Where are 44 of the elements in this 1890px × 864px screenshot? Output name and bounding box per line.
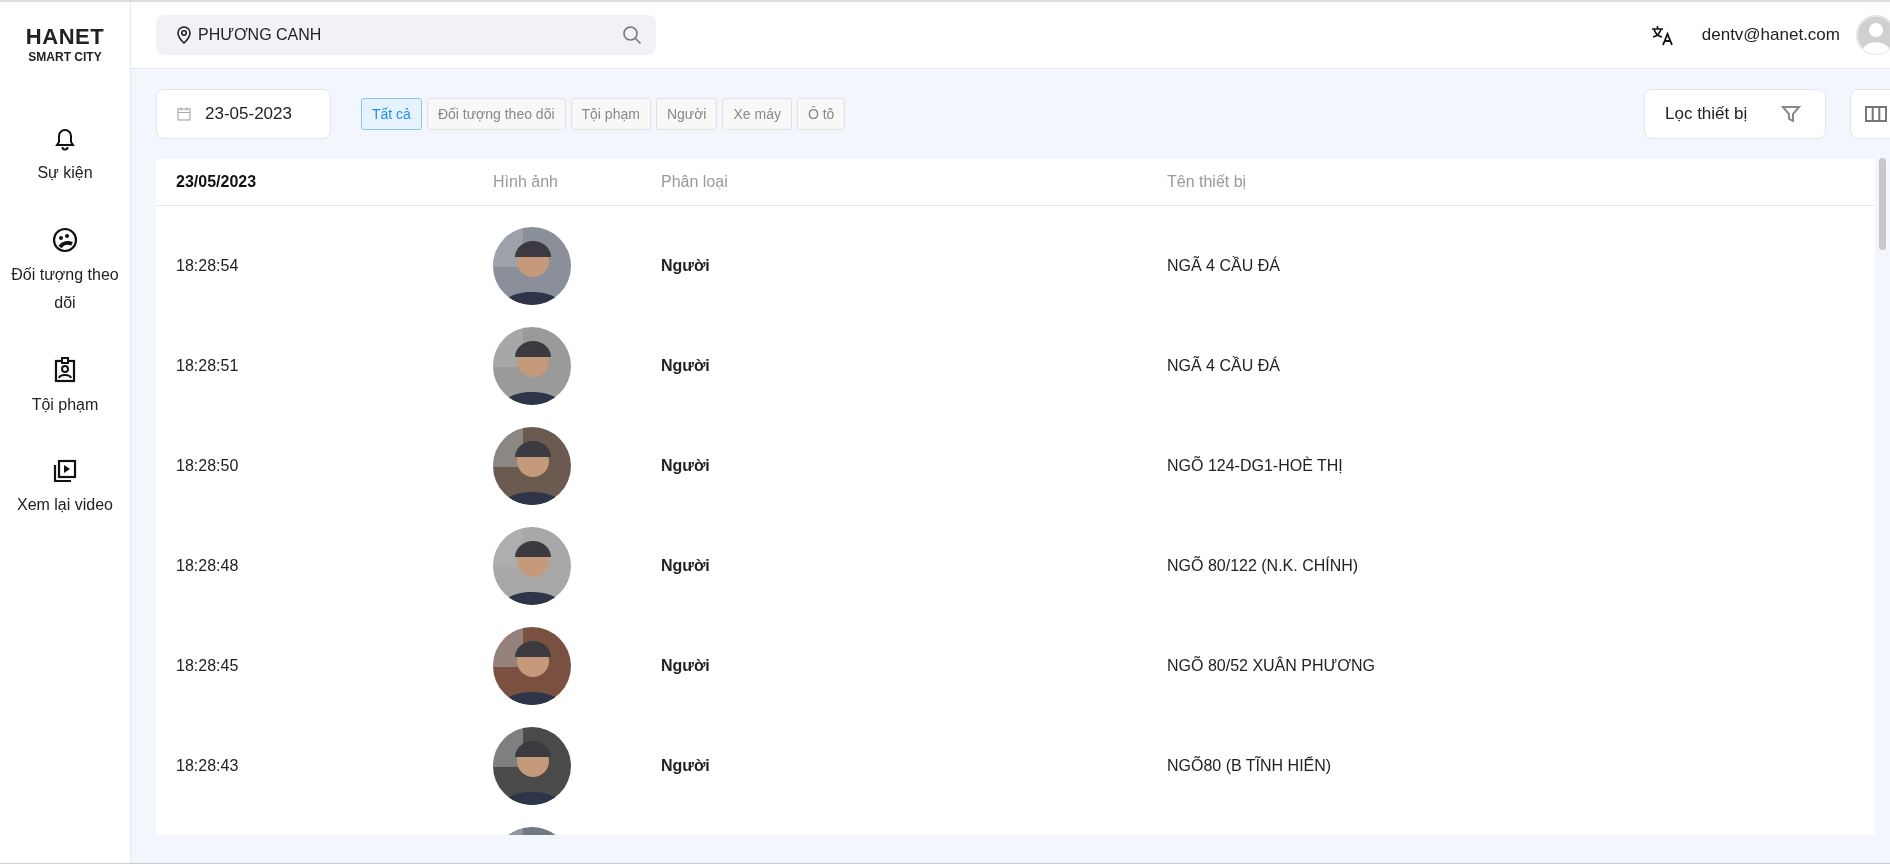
type-cell-text: Người xyxy=(661,657,711,675)
type-cell-text: Người xyxy=(661,757,711,775)
filter-tag[interactable]: Người xyxy=(655,98,718,130)
location-pin-icon xyxy=(176,26,192,44)
device-cell: NGÕ80 (B TĨNH HIỂN) xyxy=(1167,757,1332,775)
device-filter-button[interactable]: Lọc thiết bị xyxy=(1644,89,1826,139)
scrollbar[interactable] xyxy=(1879,158,1886,250)
column-header: Phân loại xyxy=(661,173,729,191)
sidebar-item[interactable]: Đối tượng theo dõi xyxy=(5,227,125,317)
user-email: dentv@hanet.com xyxy=(1701,25,1840,45)
time-cell-text: 18:28:43 xyxy=(175,757,240,775)
time-cell-text: 18:28:51 xyxy=(175,357,240,375)
column-header: Hình ảnh xyxy=(493,173,559,191)
device-cell: NGÃ 4 CẦU ĐÁ xyxy=(1167,357,1280,375)
id-badge-icon xyxy=(54,357,76,383)
time-cell-text: 18:28:50 xyxy=(175,457,240,475)
video-library-icon xyxy=(53,459,77,483)
calendar-icon xyxy=(177,107,191,121)
device-cell: NGÕ 80/52 XUÂN PHƯƠNG xyxy=(1167,657,1375,675)
filter-tag[interactable]: Tội phạm xyxy=(570,98,651,130)
device-cell: NGÕ 124-DG1-HOÈ THỊ xyxy=(1167,457,1343,475)
translate-icon[interactable] xyxy=(1649,23,1674,47)
device-cell: NGÕ 80/122 (N.K. CHÍNH) xyxy=(1167,557,1359,575)
logo: HANET SMART CITY xyxy=(25,26,105,63)
type-cell-text: Người xyxy=(661,457,711,475)
filter-icon xyxy=(1781,104,1801,124)
columns-icon xyxy=(1865,106,1887,122)
sidebar-item[interactable]: Sự kiện xyxy=(5,127,125,187)
bell-icon xyxy=(54,127,76,151)
sidebar-item[interactable]: Tội phạm xyxy=(5,357,125,419)
time-cell-text: 18:28:54 xyxy=(175,257,240,275)
search-icon[interactable] xyxy=(622,25,642,45)
type-cell-text: Người xyxy=(661,257,711,275)
column-header: Tên thiết bị xyxy=(1167,173,1247,191)
time-cell-text: 18:28:45 xyxy=(175,657,240,675)
column-header: 23/05/2023 xyxy=(175,173,258,191)
search-field[interactable]: PHƯƠNG CANH xyxy=(156,15,656,55)
date-field[interactable]: 23-05-2023 xyxy=(156,89,331,139)
device-cell: NGÃ 4 CẦU ĐÁ xyxy=(1167,257,1280,275)
type-cell-text: Người xyxy=(661,557,711,575)
face-icon xyxy=(52,227,78,253)
type-cell-text: Người xyxy=(661,357,711,375)
sidebar-item[interactable]: Xem lại video xyxy=(5,459,125,519)
time-cell-text: 18:28:48 xyxy=(175,557,240,575)
